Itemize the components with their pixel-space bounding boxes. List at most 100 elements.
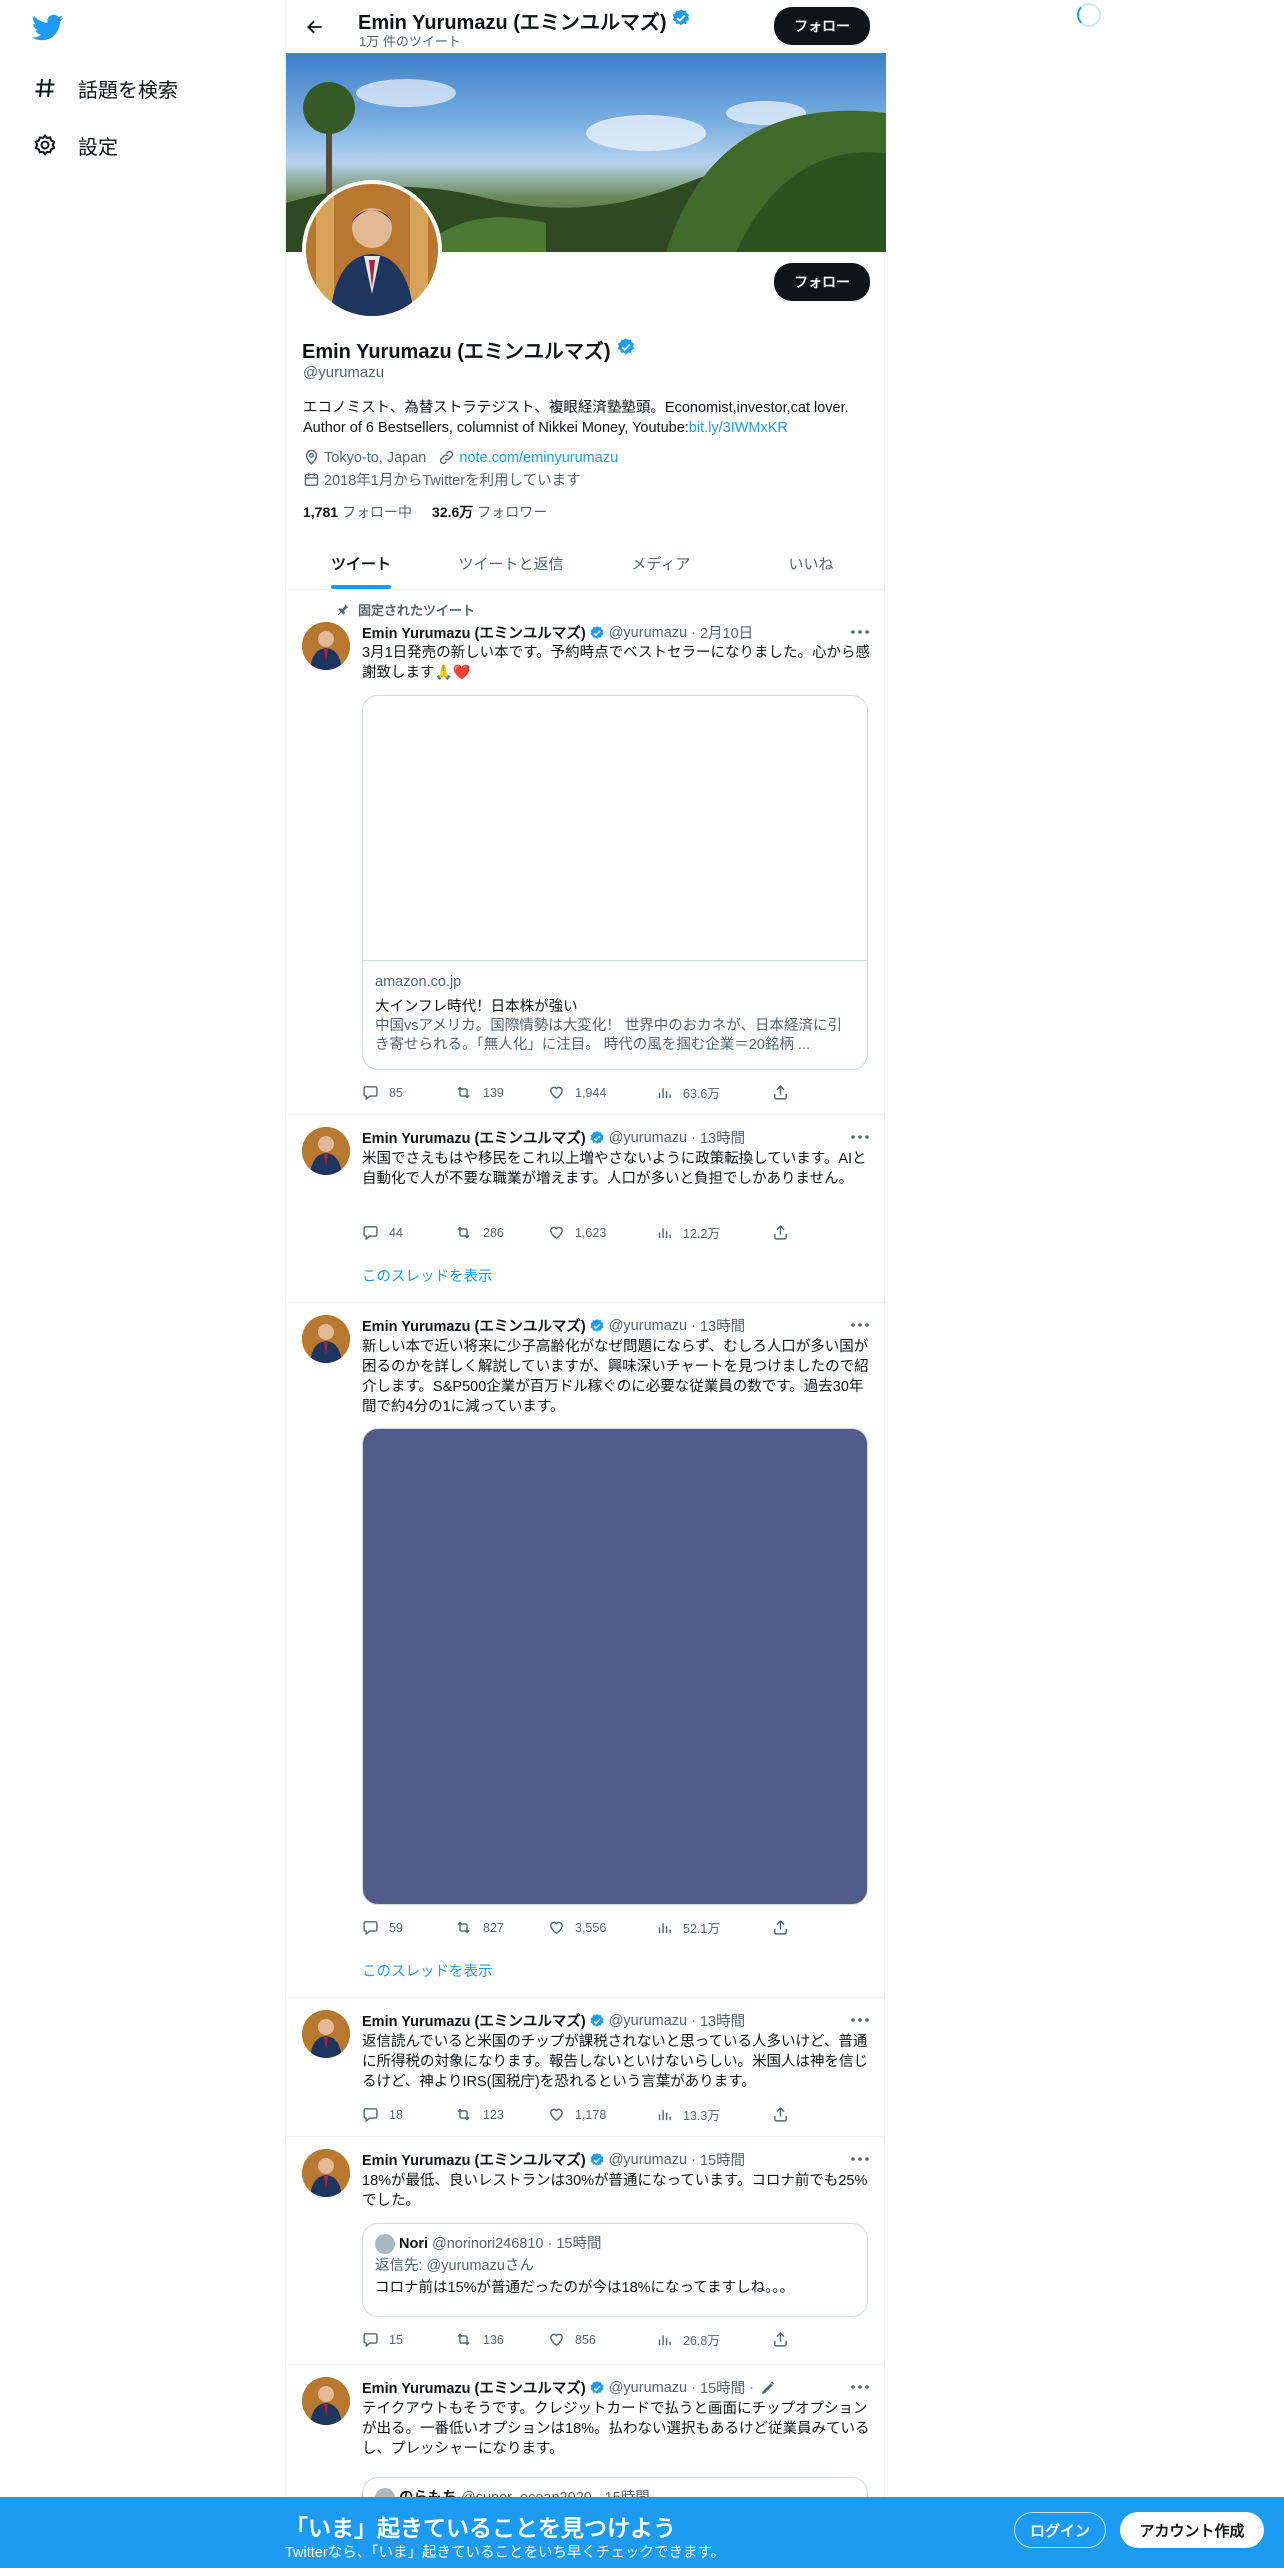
signup-prompt-title: 「いま」起きていることを見つけよう xyxy=(285,2515,676,2541)
tweet-time[interactable]: 13時間 xyxy=(700,2010,745,2031)
signup-button[interactable]: アカウント作成 xyxy=(1120,2512,1264,2548)
like-count: 1,178 xyxy=(575,2107,607,2122)
more-options-icon[interactable] xyxy=(850,1315,870,1335)
tab-likes[interactable]: いいね xyxy=(736,537,886,589)
views-button[interactable]: 63.6万 xyxy=(656,1083,772,1102)
avatar[interactable] xyxy=(302,2010,350,2058)
reply-button[interactable]: 18 xyxy=(362,2106,454,2123)
tweet-media-image[interactable] xyxy=(362,1428,868,1905)
tweet[interactable]: Emin Yurumazu (エミンユルマズ) @yurumazu · 13時間… xyxy=(286,1998,886,2137)
nav-settings[interactable]: 設定 xyxy=(32,125,118,165)
author-name[interactable]: Emin Yurumazu (エミンユルマズ) xyxy=(362,2010,586,2031)
header-follow-button[interactable]: フォロー xyxy=(774,7,870,45)
like-button[interactable]: 1,178 xyxy=(548,2106,656,2123)
author-name[interactable]: Emin Yurumazu (エミンユルマズ) xyxy=(362,1315,586,1336)
tweet-header: Emin Yurumazu (エミンユルマズ) @yurumazu · 13時間 xyxy=(362,1315,745,1336)
tweet-text: テイクアウトもそうです。クレジットカードで払うと画面にチップオプションが出る。一… xyxy=(362,2401,870,2457)
more-options-icon[interactable] xyxy=(850,1127,870,1147)
twitter-logo-icon[interactable] xyxy=(31,14,64,46)
reply-icon xyxy=(363,1226,378,1241)
more-options-icon[interactable] xyxy=(850,622,870,642)
share-button[interactable] xyxy=(772,1919,799,1936)
tweet-time[interactable]: 13時間 xyxy=(700,1127,745,1148)
signup-prompt-subtitle: Twitterなら、「いま」起きていることをいち早くチェックできます。 xyxy=(285,2545,725,2561)
following-stat[interactable]: 1,781 フォロー中 xyxy=(303,502,412,522)
author-name[interactable]: Emin Yurumazu (エミンユルマズ) xyxy=(362,2149,586,2170)
tweet-time[interactable]: 15時間 xyxy=(700,2377,745,2398)
profile-avatar[interactable] xyxy=(302,180,442,320)
author-handle[interactable]: @yurumazu xyxy=(609,2380,687,2396)
author-name[interactable]: Emin Yurumazu (エミンユルマズ) xyxy=(362,2377,586,2398)
more-options-icon[interactable] xyxy=(850,2010,870,2030)
author-name[interactable]: Emin Yurumazu (エミンユルマズ) xyxy=(362,622,586,643)
reply-button[interactable]: 44 xyxy=(362,1224,454,1241)
share-button[interactable] xyxy=(772,1224,799,1241)
website-link[interactable]: note.com/eminyurumazu xyxy=(459,450,618,466)
top-bar: Emin Yurumazu (エミンユルマズ) 1万 件のツイート フォロー xyxy=(286,0,886,53)
tweet[interactable]: Emin Yurumazu (エミンユルマズ) @yurumazu · 13時間… xyxy=(286,1303,886,1998)
more-options-icon[interactable] xyxy=(850,2377,870,2397)
tweet-pinned[interactable]: 固定されたツイート Emin Yurumazu (エミンユルマズ) @yurum… xyxy=(286,590,886,1115)
retweet-button[interactable]: 139 xyxy=(454,1084,548,1101)
share-button[interactable] xyxy=(772,2106,799,2123)
views-button[interactable]: 26.8万 xyxy=(656,2330,772,2349)
followers-count: 32.6万 xyxy=(432,504,474,520)
tab-media[interactable]: メディア xyxy=(586,537,736,589)
views-button[interactable]: 13.3万 xyxy=(656,2105,772,2124)
retweet-button[interactable]: 123 xyxy=(454,2106,548,2123)
separator: · xyxy=(691,2379,696,2396)
views-button[interactable]: 52.1万 xyxy=(656,1918,772,1937)
header-tweet-count: 1万 件のツイート xyxy=(359,34,461,49)
avatar[interactable] xyxy=(302,2377,350,2425)
link-card[interactable]: amazon.co.jp 大インフレ時代！日本株が強い 中国vsアメリカ。国際情… xyxy=(362,695,868,1070)
like-button[interactable]: 1,944 xyxy=(548,1084,656,1101)
show-thread-link[interactable]: このスレッドを表示 xyxy=(362,1960,493,1981)
bio-link[interactable]: bit.ly/3IWMxKR xyxy=(689,420,788,436)
location-pin-icon xyxy=(305,449,318,465)
share-button[interactable] xyxy=(772,2331,799,2348)
avatar[interactable] xyxy=(302,1127,350,1175)
edit-pencil-icon[interactable] xyxy=(760,2380,776,2396)
avatar[interactable] xyxy=(302,622,350,670)
author-handle[interactable]: @yurumazu xyxy=(609,2013,687,2029)
tab-tweets[interactable]: ツイート xyxy=(286,537,436,589)
retweet-button[interactable]: 286 xyxy=(454,1224,548,1241)
author-handle[interactable]: @yurumazu xyxy=(609,2152,687,2168)
like-button[interactable]: 3,556 xyxy=(548,1919,656,1936)
nav-explore[interactable]: 話題を検索 xyxy=(32,68,178,108)
tweet-time[interactable]: 13時間 xyxy=(700,1315,745,1336)
retweet-button[interactable]: 136 xyxy=(454,2331,548,2348)
like-count: 1,623 xyxy=(575,1225,607,1240)
avatar[interactable] xyxy=(302,1315,350,1363)
views-button[interactable]: 12.2万 xyxy=(656,1223,772,1242)
share-icon xyxy=(774,1225,787,1240)
quoted-avatar xyxy=(375,2234,395,2254)
tweet[interactable]: Emin Yurumazu (エミンユルマズ) @yurumazu · 15時間… xyxy=(286,2137,886,2365)
login-button[interactable]: ログイン xyxy=(1014,2512,1106,2548)
tab-tweets-replies[interactable]: ツイートと返信 xyxy=(436,537,586,589)
author-name[interactable]: Emin Yurumazu (エミンユルマズ) xyxy=(362,1127,586,1148)
follow-stats: 1,781 フォロー中 32.6万 フォロワー xyxy=(303,502,567,522)
like-button[interactable]: 856 xyxy=(548,2331,656,2348)
tweet-time[interactable]: 2月10日 xyxy=(700,622,753,643)
reply-button[interactable]: 85 xyxy=(362,1084,454,1101)
back-arrow-icon[interactable] xyxy=(300,12,330,42)
tweet-time[interactable]: 15時間 xyxy=(700,2149,745,2170)
more-options-icon[interactable] xyxy=(850,2149,870,2169)
share-button[interactable] xyxy=(772,1084,799,1101)
avatar[interactable] xyxy=(302,2149,350,2197)
like-button[interactable]: 1,623 xyxy=(548,1224,656,1241)
author-handle[interactable]: @yurumazu xyxy=(609,1130,687,1146)
reply-button[interactable]: 15 xyxy=(362,2331,454,2348)
show-thread-link[interactable]: このスレッドを表示 xyxy=(362,1265,493,1286)
retweet-button[interactable]: 827 xyxy=(454,1919,548,1936)
profile-follow-button[interactable]: フォロー xyxy=(774,263,870,301)
reply-button[interactable]: 59 xyxy=(362,1919,454,1936)
following-label: フォロー中 xyxy=(342,504,413,520)
author-handle[interactable]: @yurumazu xyxy=(609,1318,687,1334)
author-handle[interactable]: @yurumazu xyxy=(609,625,687,641)
share-icon xyxy=(774,2332,787,2347)
tweet[interactable]: Emin Yurumazu (エミンユルマズ) @yurumazu · 13時間… xyxy=(286,1115,886,1303)
quoted-tweet[interactable]: Nori @norinori246810 · 15時間 返信先: @yuruma… xyxy=(362,2223,868,2317)
followers-stat[interactable]: 32.6万 フォロワー xyxy=(432,502,547,522)
